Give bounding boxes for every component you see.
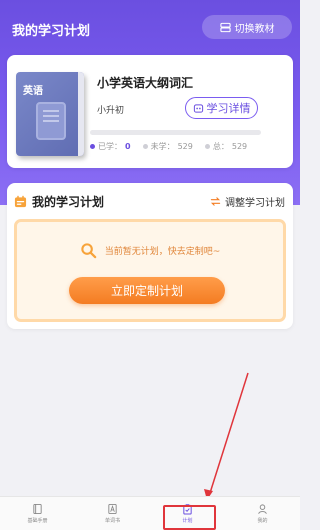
study-detail-button[interactable]: 学习详情 — [185, 97, 258, 119]
learned-dot-icon — [90, 144, 95, 149]
tab-label: 基础手册 — [27, 518, 48, 524]
clipboard-icon — [183, 504, 192, 515]
make-plan-button[interactable]: 立即定制计划 — [69, 277, 225, 304]
detail-icon — [193, 103, 203, 113]
progress-bar — [90, 130, 261, 135]
bottom-tab-bar: 基础手册 单词书 计划 我的 — [0, 496, 300, 530]
empty-plan-box: 当前暂无计划，快去定制吧~ 立即定制计划 — [14, 219, 286, 322]
study-detail-label: 学习详情 — [206, 102, 251, 115]
tab-label: 单词书 — [104, 518, 120, 524]
stat-learned-value: 0 — [125, 142, 131, 151]
search-icon — [81, 243, 96, 259]
tab-label: 计划 — [182, 518, 193, 524]
book-icon — [33, 503, 42, 515]
adjust-icon — [210, 197, 221, 206]
empty-plan-message: 当前暂无计划，快去定制吧~ — [17, 242, 283, 259]
stat-total-value: 529 — [231, 142, 248, 151]
tab-label: 我的 — [257, 518, 268, 524]
switch-textbook-button[interactable]: 切换教材 — [202, 15, 292, 39]
book-cover-title: 英语 — [23, 86, 43, 97]
total-dot-icon — [204, 144, 210, 149]
switch-icon — [219, 22, 231, 32]
tab-word-book[interactable]: 单词书 — [75, 497, 150, 530]
plan-section-title: 我的学习计划 — [14, 193, 104, 210]
notebook-icon — [36, 102, 66, 140]
stat-total-label: 总： — [212, 142, 229, 151]
person-icon — [258, 504, 267, 514]
empty-plan-text: 当前暂无计划，快去定制吧~ — [104, 247, 221, 257]
tab-plan[interactable]: 计划 — [150, 497, 225, 530]
switch-textbook-label: 切换教材 — [234, 23, 275, 35]
book-cover[interactable]: 英语 — [16, 72, 84, 156]
book-stats: 已学： 0 未学： 529 总： 529 — [90, 141, 247, 152]
letter-a-icon — [108, 503, 117, 515]
header: 我的学习计划 切换教材 — [0, 0, 300, 52]
stat-unlearned-value: 529 — [177, 142, 193, 151]
stat-learned: 已学： 0 — [90, 141, 131, 152]
adjust-plan-label: 调整学习计划 — [225, 198, 285, 209]
plan-title-label: 我的学习计划 — [32, 195, 105, 209]
tab-basic-handbook[interactable]: 基础手册 — [0, 497, 75, 530]
unlearned-dot-icon — [142, 144, 148, 149]
calendar-icon — [14, 195, 27, 208]
page-title: 我的学习计划 — [12, 24, 91, 39]
book-name: 小学英语大纲词汇 — [97, 76, 194, 90]
stat-total: 总： 529 — [204, 141, 248, 152]
adjust-plan-button[interactable]: 调整学习计划 — [210, 194, 285, 209]
stat-unlearned-label: 未学： — [150, 142, 175, 151]
stat-learned-label: 已学： — [98, 142, 122, 151]
stat-unlearned: 未学： 529 — [142, 141, 193, 152]
tab-mine[interactable]: 我的 — [225, 497, 300, 530]
study-plan-panel: 我的学习计划 调整学习计划 当前暂无计划，快去定制吧~ 立即定制计划 — [7, 183, 293, 329]
book-grade: 小升初 — [97, 106, 125, 116]
